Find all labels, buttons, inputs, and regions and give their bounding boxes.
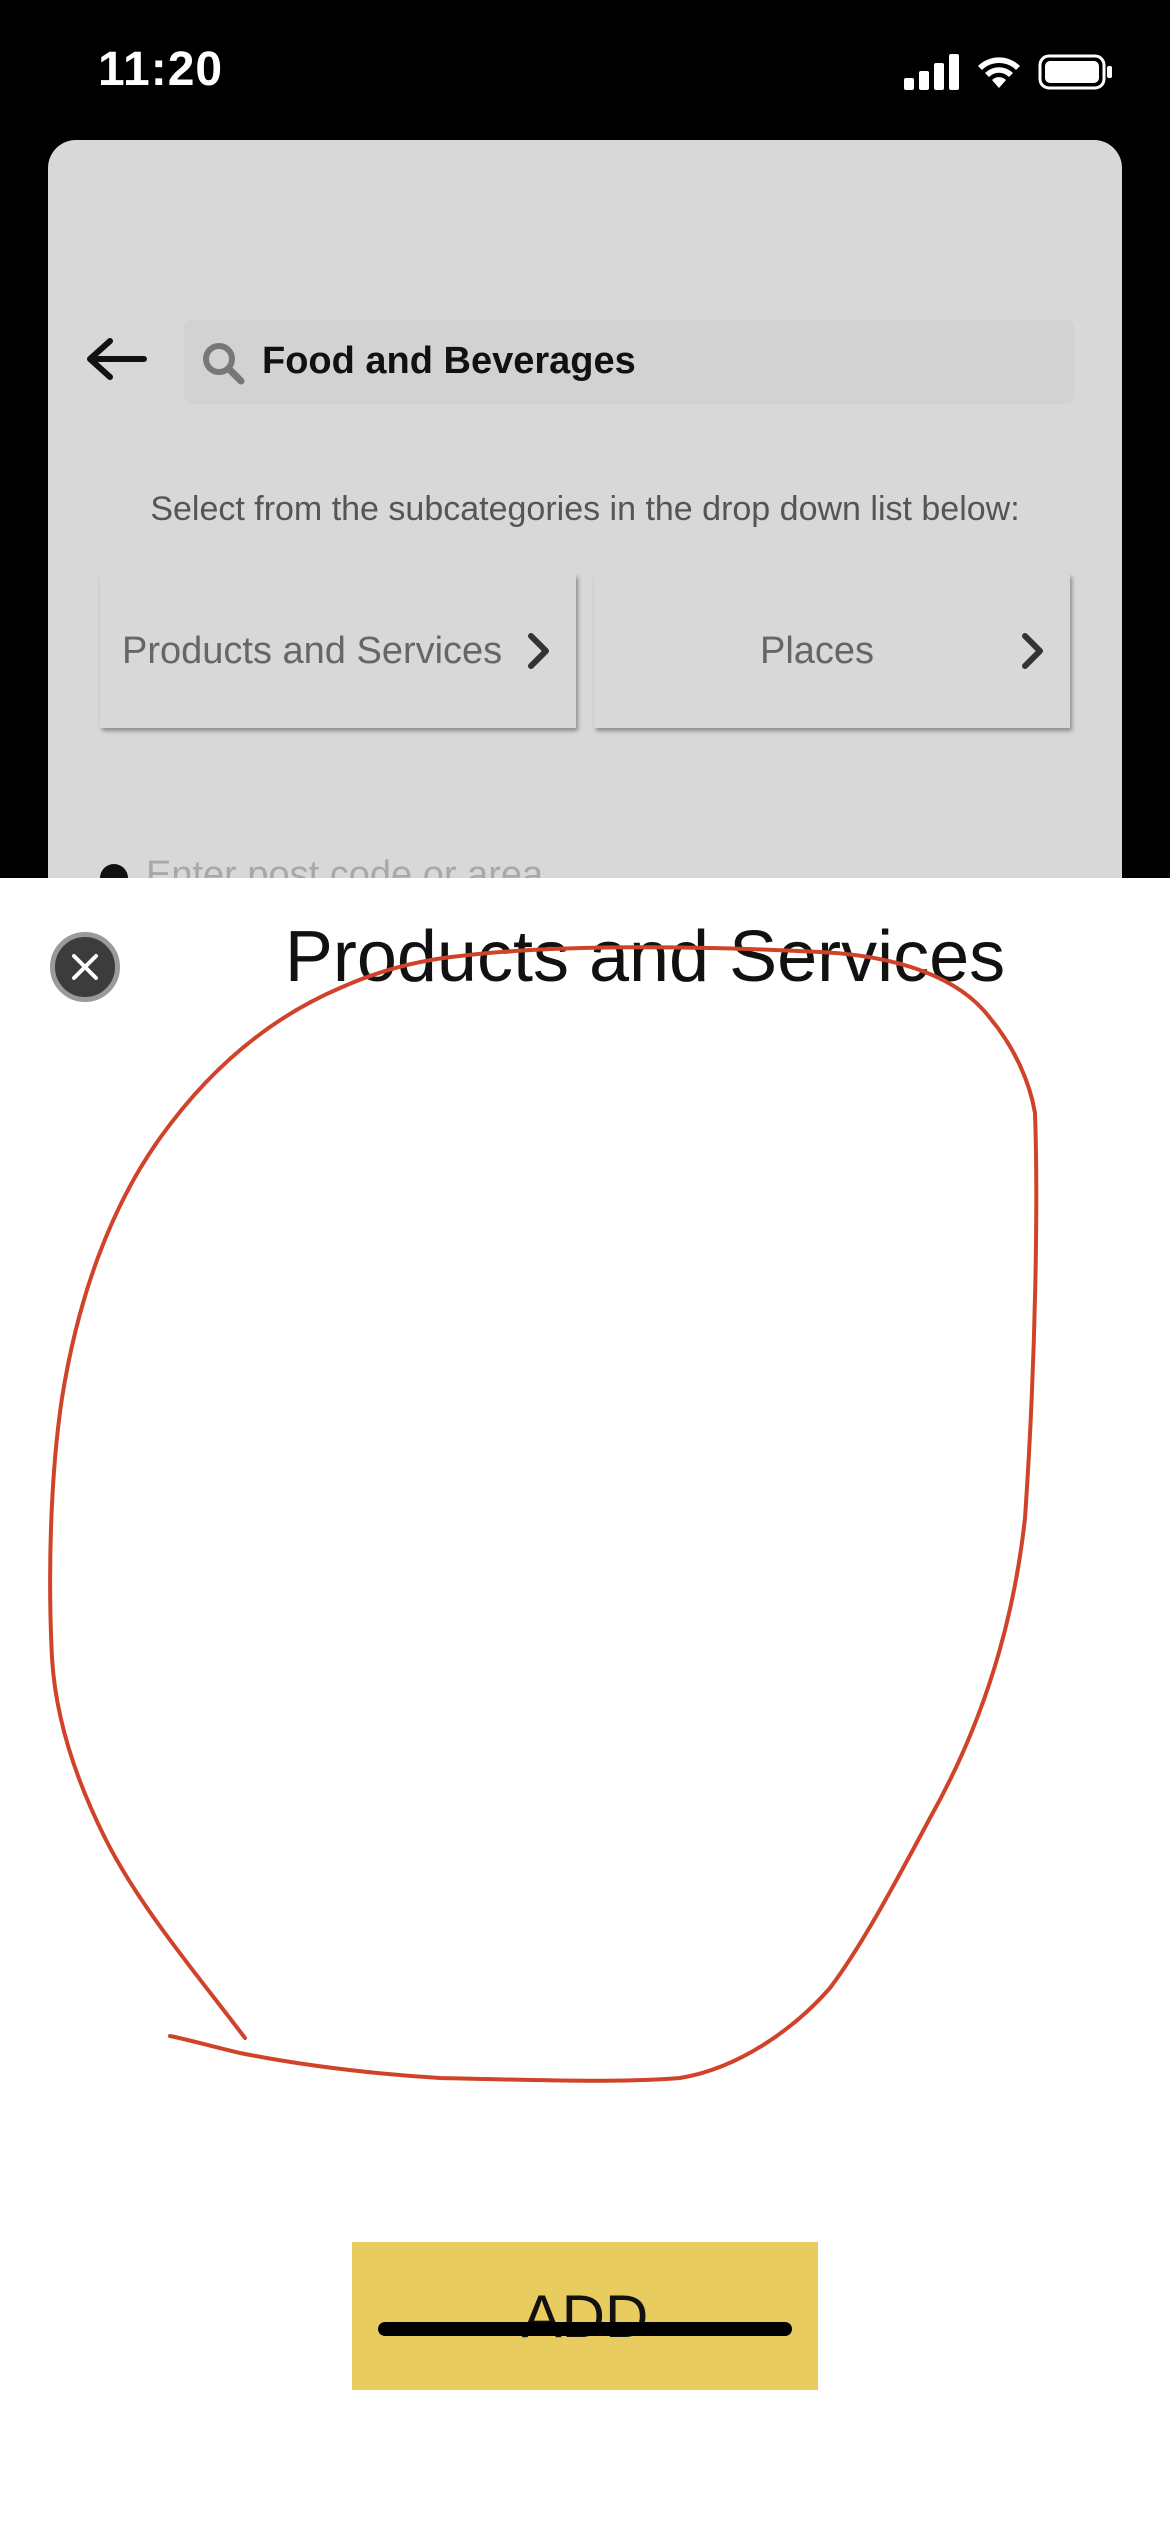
subcategory-label: Places xyxy=(759,629,875,672)
places-button[interactable]: Places xyxy=(594,574,1070,728)
chevron-right-icon xyxy=(528,633,549,669)
products-and-services-sheet: Products and Services ADD xyxy=(0,878,1170,2532)
home-indicator xyxy=(378,2322,792,2336)
annotation-stroke xyxy=(48,945,1039,2083)
add-button[interactable]: ADD xyxy=(352,2242,818,2390)
products-and-services-button[interactable]: Products and Services xyxy=(100,574,576,728)
search-field[interactable]: Food and Beverages xyxy=(184,320,1074,404)
close-button[interactable] xyxy=(50,932,120,1002)
search-icon xyxy=(203,343,245,385)
status-icons xyxy=(904,52,1114,92)
cellular-signal-icon xyxy=(904,54,959,90)
chevron-right-icon xyxy=(1022,633,1043,669)
search-value: Food and Beverages xyxy=(262,340,636,382)
subcategory-hint: Select from the subcategories in the dro… xyxy=(150,490,1020,528)
status-bar: 11:20 xyxy=(0,0,1170,140)
battery-icon xyxy=(1038,54,1112,90)
wifi-icon xyxy=(978,57,1020,88)
subcategory-label: Products and Services xyxy=(122,629,503,672)
back-arrow-icon[interactable] xyxy=(86,335,150,383)
sheet-title: Products and Services xyxy=(284,917,1006,997)
close-icon xyxy=(72,954,98,980)
status-time: 11:20 xyxy=(98,43,224,96)
